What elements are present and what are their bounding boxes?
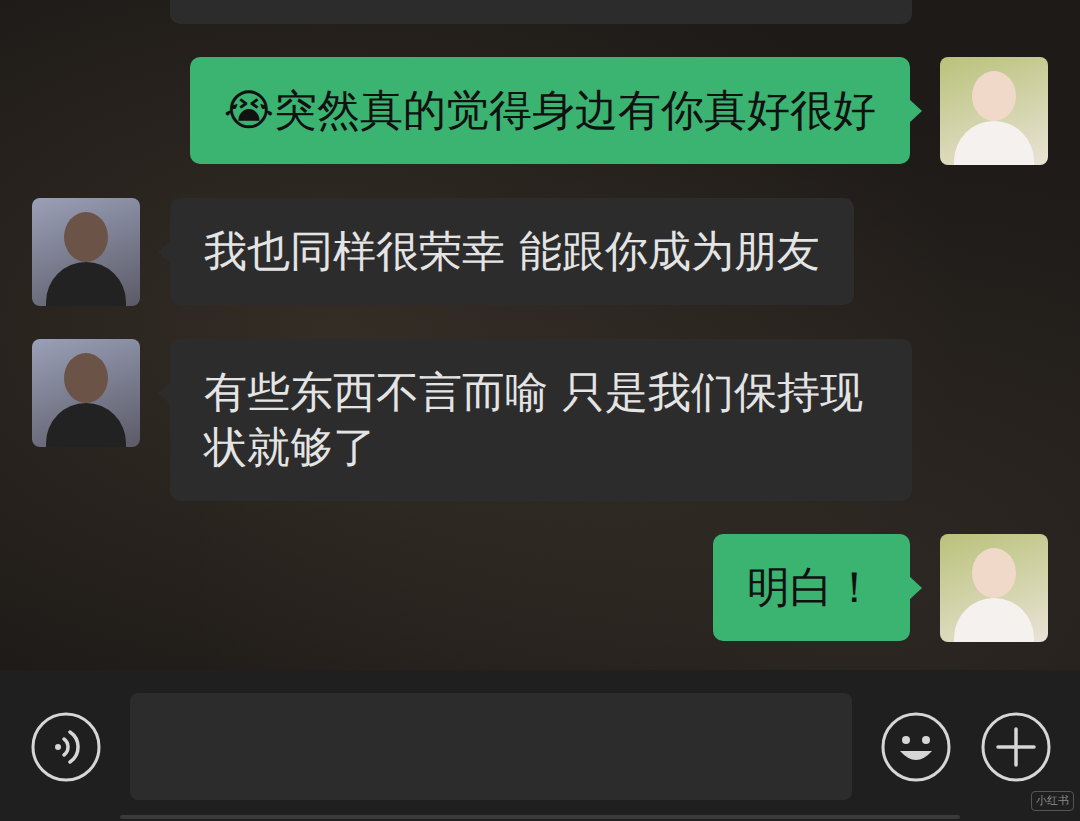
avatar-icon[interactable] [940,534,1048,642]
avatar-icon[interactable] [940,57,1048,165]
message-bubble[interactable]: 有些东西不言而喻 只是我们保持现状就够了 [170,339,912,501]
voice-icon[interactable] [30,711,102,783]
message-bubble[interactable]: 😭突然真的觉得身边有你真好很好 [190,57,910,164]
message-list[interactable]: 😭突然真的觉得身边有你真好很好我也同样很荣幸 能跟你成为朋友有些东西不言而喻 只… [0,0,1080,670]
message-row: 我也同样很荣幸 能跟你成为朋友 [0,198,1080,306]
input-bar: 小红书 [0,670,1080,821]
bottom-divider [120,815,960,819]
plus-icon[interactable] [980,711,1052,783]
partial-bubble [170,0,912,24]
message-row: 😭突然真的觉得身边有你真好很好 [0,57,1080,165]
message-input[interactable] [130,693,852,800]
emoji-icon[interactable] [880,711,952,783]
watermark: 小红书 [1031,791,1074,811]
avatar-icon[interactable] [32,339,140,447]
message-bubble[interactable]: 明白！ [713,534,910,641]
message-bubble[interactable]: 我也同样很荣幸 能跟你成为朋友 [170,198,854,305]
message-row: 明白！ [0,534,1080,642]
avatar-icon[interactable] [32,198,140,306]
chat-screen: 😭突然真的觉得身边有你真好很好我也同样很荣幸 能跟你成为朋友有些东西不言而喻 只… [0,0,1080,821]
message-row: 有些东西不言而喻 只是我们保持现状就够了 [0,339,1080,501]
